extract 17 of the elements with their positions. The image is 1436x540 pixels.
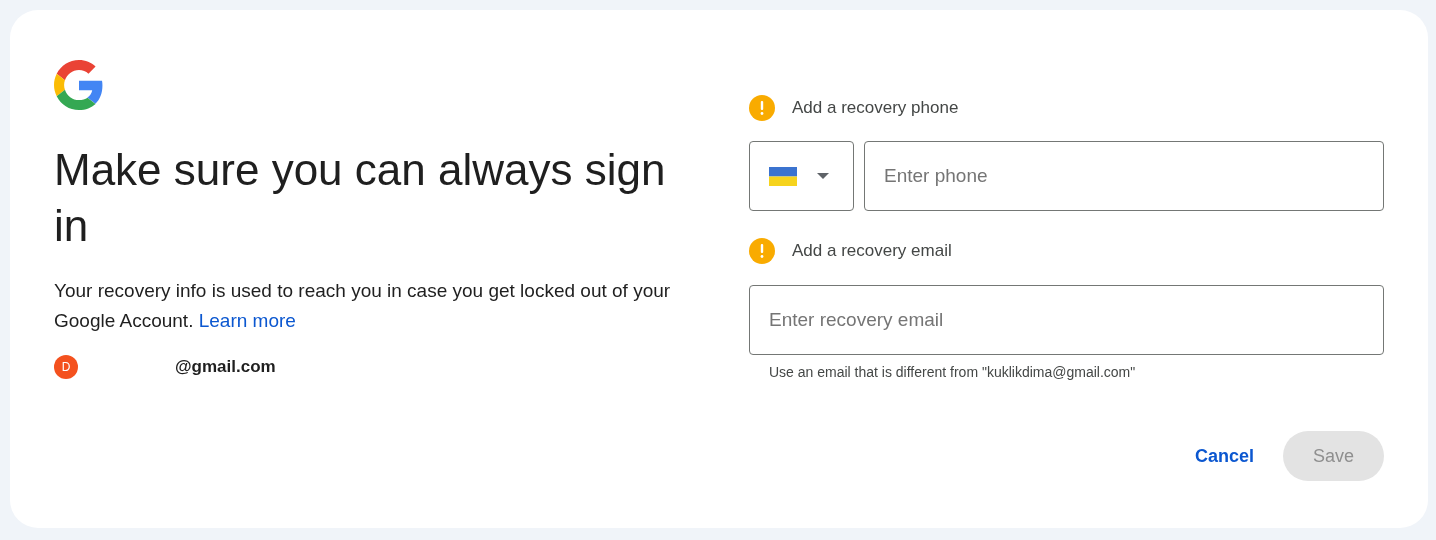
email-hint-text: Use an email that is different from "kuklikdima@gmail.com"	[769, 363, 1137, 382]
warning-icon	[749, 95, 775, 121]
email-input-field[interactable]: Enter recovery email	[749, 285, 1384, 355]
account-email: @gmail.com	[175, 356, 276, 378]
learn-more-link[interactable]: Learn more	[198, 310, 296, 331]
description-text: Your recovery info is used to reach you in case you get locked out of your Google Account. Learn more	[54, 279, 672, 333]
section-label: Add a recovery phone	[792, 97, 959, 120]
phone-input-field[interactable]: Enter phone	[864, 141, 1384, 211]
section-label: Add a recovery email	[792, 240, 952, 263]
account-avatar: D	[54, 354, 78, 379]
warning-icon	[749, 238, 775, 264]
ukraine-flag-icon	[769, 166, 797, 186]
page-heading: Make sure you can always sign in	[54, 144, 667, 252]
dropdown-caret-icon	[817, 173, 829, 179]
cancel-button[interactable]: Cancel	[1194, 431, 1254, 481]
google-logo-icon	[54, 60, 104, 110]
country-selector[interactable]	[749, 141, 854, 211]
